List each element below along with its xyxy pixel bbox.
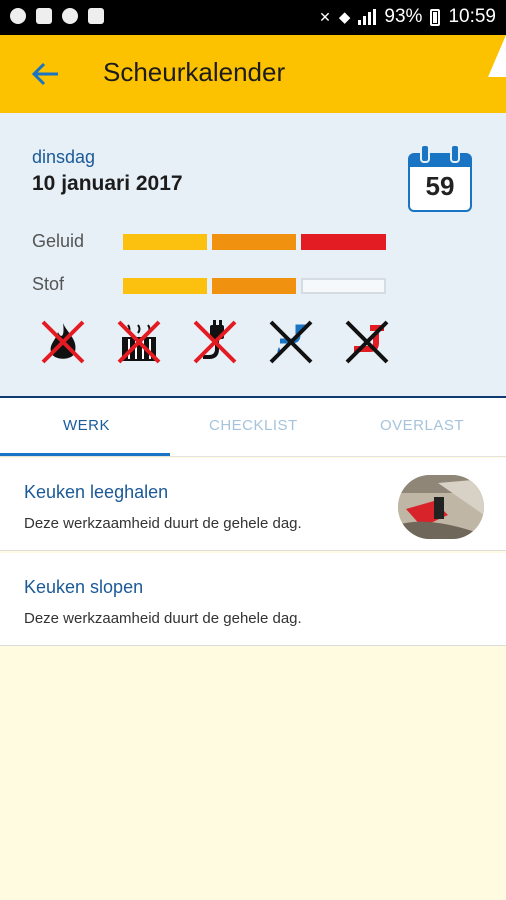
tab-werk[interactable]: WERK (63, 417, 110, 434)
geluid-bar-segment (212, 234, 296, 250)
battery-icon (430, 8, 441, 26)
status-bar: ✕ ◆ 93% 10:59 (0, 0, 506, 35)
wifi-icon: ◆ (338, 9, 351, 26)
day-name: dinsdag (32, 147, 96, 167)
metric-label-stof: Stof (32, 274, 65, 294)
page-title: Scheurkalender (103, 57, 286, 87)
calendar-number: 59 (425, 171, 455, 201)
stof-bar-segment (301, 278, 386, 294)
tab-checklist[interactable]: CHECKLIST (209, 417, 298, 434)
back-arrow-icon[interactable] (30, 59, 62, 89)
mail-notification-icon (88, 8, 104, 24)
shield-notification-icon (62, 8, 78, 24)
notification-icon (10, 8, 26, 24)
page-fold-corner (488, 35, 506, 77)
geluid-bar-segment (123, 234, 207, 250)
no-heating-icon (116, 319, 162, 365)
battery-percent: 93% (384, 6, 423, 27)
task-title: Keuken leeghalen (24, 482, 169, 502)
no-water-icon (268, 319, 314, 365)
no-power-icon (192, 319, 238, 365)
app-bar: Scheurkalender (0, 35, 506, 113)
tab-overlast[interactable]: OVERLAST (380, 417, 464, 434)
task-description: Deze werkzaamheid duurt de gehele dag. (24, 515, 302, 532)
tab-bar: WERK CHECKLIST OVERLAST (0, 398, 506, 457)
task-thumbnail (398, 475, 484, 539)
task-description: Deze werkzaamheid duurt de gehele dag. (24, 610, 302, 627)
task-title: Keuken slopen (24, 577, 144, 597)
mute-icon: ✕ (319, 8, 331, 25)
no-gas-icon (344, 319, 390, 365)
no-fire-icon (40, 319, 86, 365)
date-label: 10 januari 2017 (32, 172, 183, 195)
image-notification-icon (36, 8, 52, 24)
clock: 10:59 (448, 6, 496, 27)
calendar-icon: 59 (408, 144, 472, 212)
signal-icon (358, 9, 377, 25)
task-card[interactable]: Keuken leeghalen Deze werkzaamheid duurt… (0, 458, 506, 551)
day-summary: dinsdag 10 januari 2017 59 Geluid Stof (0, 113, 506, 398)
active-tab-indicator (0, 453, 170, 456)
stof-bar-segment (212, 278, 296, 294)
metric-label-geluid: Geluid (32, 231, 85, 251)
task-card[interactable]: Keuken slopen Deze werkzaamheid duurt de… (0, 553, 506, 646)
stof-bar-segment (123, 278, 207, 294)
geluid-bar-segment (301, 234, 386, 250)
